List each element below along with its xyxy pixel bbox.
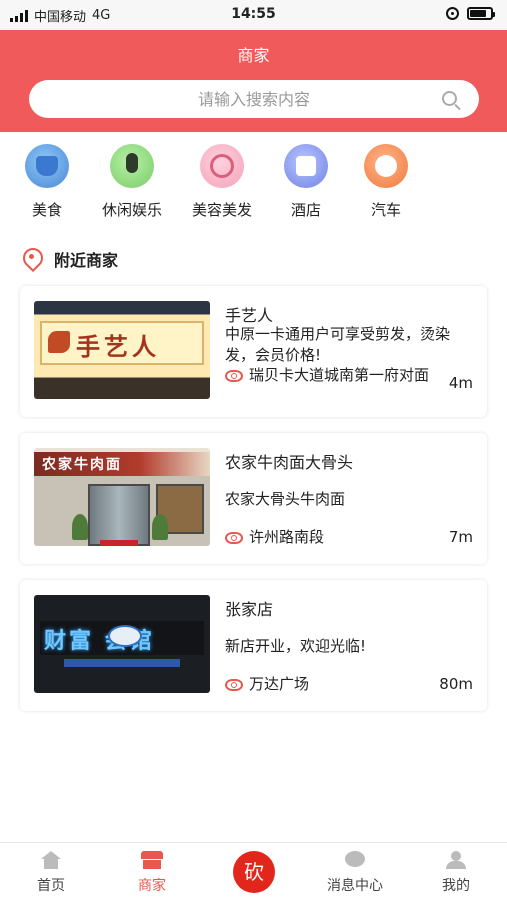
merchant-distance: 4m: [448, 374, 473, 392]
category-food[interactable]: 美食: [2, 140, 92, 220]
tab-messages[interactable]: 消息中心: [315, 843, 395, 900]
category-beauty[interactable]: 美容美发: [177, 140, 267, 220]
merchant-photo: 手艺人: [34, 301, 210, 399]
chat-icon: [344, 851, 366, 869]
merchant-description: 农家大骨头牛肉面: [225, 490, 346, 508]
user-icon: [445, 851, 467, 869]
plant-icon: [72, 514, 88, 540]
merchant-name: 农家牛肉面大骨头: [225, 453, 354, 472]
page-title: 商家: [237, 46, 270, 65]
status-right: [446, 7, 495, 20]
merchant-card[interactable]: 手艺人 手艺人 中原一卡通用户可享受剪发，烫染发，会员价格! 瑞贝卡大道城南第一…: [20, 286, 487, 417]
storefront-door: [88, 484, 150, 546]
category-label: 酒店: [290, 201, 321, 219]
search-box[interactable]: [29, 80, 479, 118]
merchant-photo: 农家牛肉面: [34, 448, 210, 546]
view-eye-icon: [225, 532, 243, 544]
view-eye-icon: [225, 679, 243, 691]
merchant-photo: 财富 会馆: [34, 595, 210, 693]
search-icon[interactable]: [442, 91, 457, 106]
merchant-address: 瑞贝卡大道城南第一府对面: [249, 366, 430, 384]
tab-label: 消息中心: [327, 878, 383, 894]
merchant-address: 万达广场: [249, 675, 310, 693]
merchant-card[interactable]: 农家牛肉面 农家牛肉面大骨头 农家大骨头牛肉面 许州路南段 7m: [20, 433, 487, 564]
merchant-location: 许州路南段: [225, 528, 469, 547]
sign-logo-icon: [108, 625, 142, 647]
search-input[interactable]: [29, 80, 479, 118]
tab-profile[interactable]: 我的: [416, 843, 496, 900]
plant-icon: [152, 514, 168, 540]
tab-label: 首页: [37, 878, 65, 894]
status-bar: 中国移动 4G 14:55: [0, 0, 507, 30]
merchant-name: 张家店: [225, 600, 274, 619]
header: 商家: [0, 30, 507, 132]
category-label: 汽车: [370, 201, 401, 219]
category-car[interactable]: 汽车: [341, 140, 431, 220]
food-icon: [25, 144, 69, 188]
tab-home[interactable]: 首页: [11, 843, 91, 900]
category-label: 休闲娱乐: [101, 201, 162, 219]
category-label: 美食: [31, 201, 62, 219]
merchant-name: 手艺人: [225, 306, 274, 325]
storefront-sign-text: 手艺人: [76, 333, 160, 361]
orientation-lock-icon: [446, 7, 459, 20]
door-mat: [100, 540, 138, 546]
nearby-title-text: 附近商家: [54, 251, 119, 270]
merchant-address: 许州路南段: [249, 528, 325, 546]
hotel-icon: [284, 144, 328, 188]
merchant-description: 新店开业，欢迎光临!: [225, 637, 367, 655]
category-grid: 美食 休闲娱乐 美容美发 酒店 汽车: [0, 140, 507, 228]
shop-icon: [141, 851, 163, 869]
merchant-location: 万达广场: [225, 675, 469, 694]
beauty-icon: [200, 144, 244, 188]
location-pin-icon: [20, 247, 44, 271]
storefront-sign-text: 农家牛肉面: [42, 457, 122, 473]
storefront-banner: 农家牛肉面: [34, 452, 210, 476]
bargain-button[interactable]: 砍: [233, 851, 275, 893]
merchant-location: 瑞贝卡大道城南第一府对面: [225, 366, 469, 385]
car-wheel-icon: [364, 144, 408, 188]
storefront-sign: 手艺人: [40, 321, 204, 365]
battery-icon: [467, 7, 495, 20]
home-icon: [40, 851, 62, 869]
merchant-distance: 7m: [448, 528, 473, 546]
view-eye-icon: [225, 370, 243, 382]
tab-label: 我的: [442, 878, 470, 894]
category-label: 美容美发: [191, 201, 252, 219]
merchant-description: 中原一卡通用户可享受剪发，烫染发，会员价格!: [225, 325, 451, 364]
merchant-distance: 80m: [439, 675, 473, 693]
status-time: 14:55: [231, 6, 276, 22]
bottom-tab-bar: 首页 商家 砍 消息中心 我的: [0, 842, 507, 900]
sign-strip: [64, 659, 180, 667]
sign-logo-icon: [48, 331, 70, 353]
category-hotel[interactable]: 酒店: [261, 140, 351, 220]
tab-label: 商家: [138, 878, 166, 894]
microphone-icon: [110, 144, 154, 188]
tab-merchants[interactable]: 商家: [112, 843, 192, 900]
merchant-card[interactable]: 财富 会馆 张家店 新店开业，欢迎光临! 万达广场 80m: [20, 580, 487, 711]
category-entertainment[interactable]: 休闲娱乐: [87, 140, 177, 220]
nearby-section-title: 附近商家: [20, 244, 118, 274]
